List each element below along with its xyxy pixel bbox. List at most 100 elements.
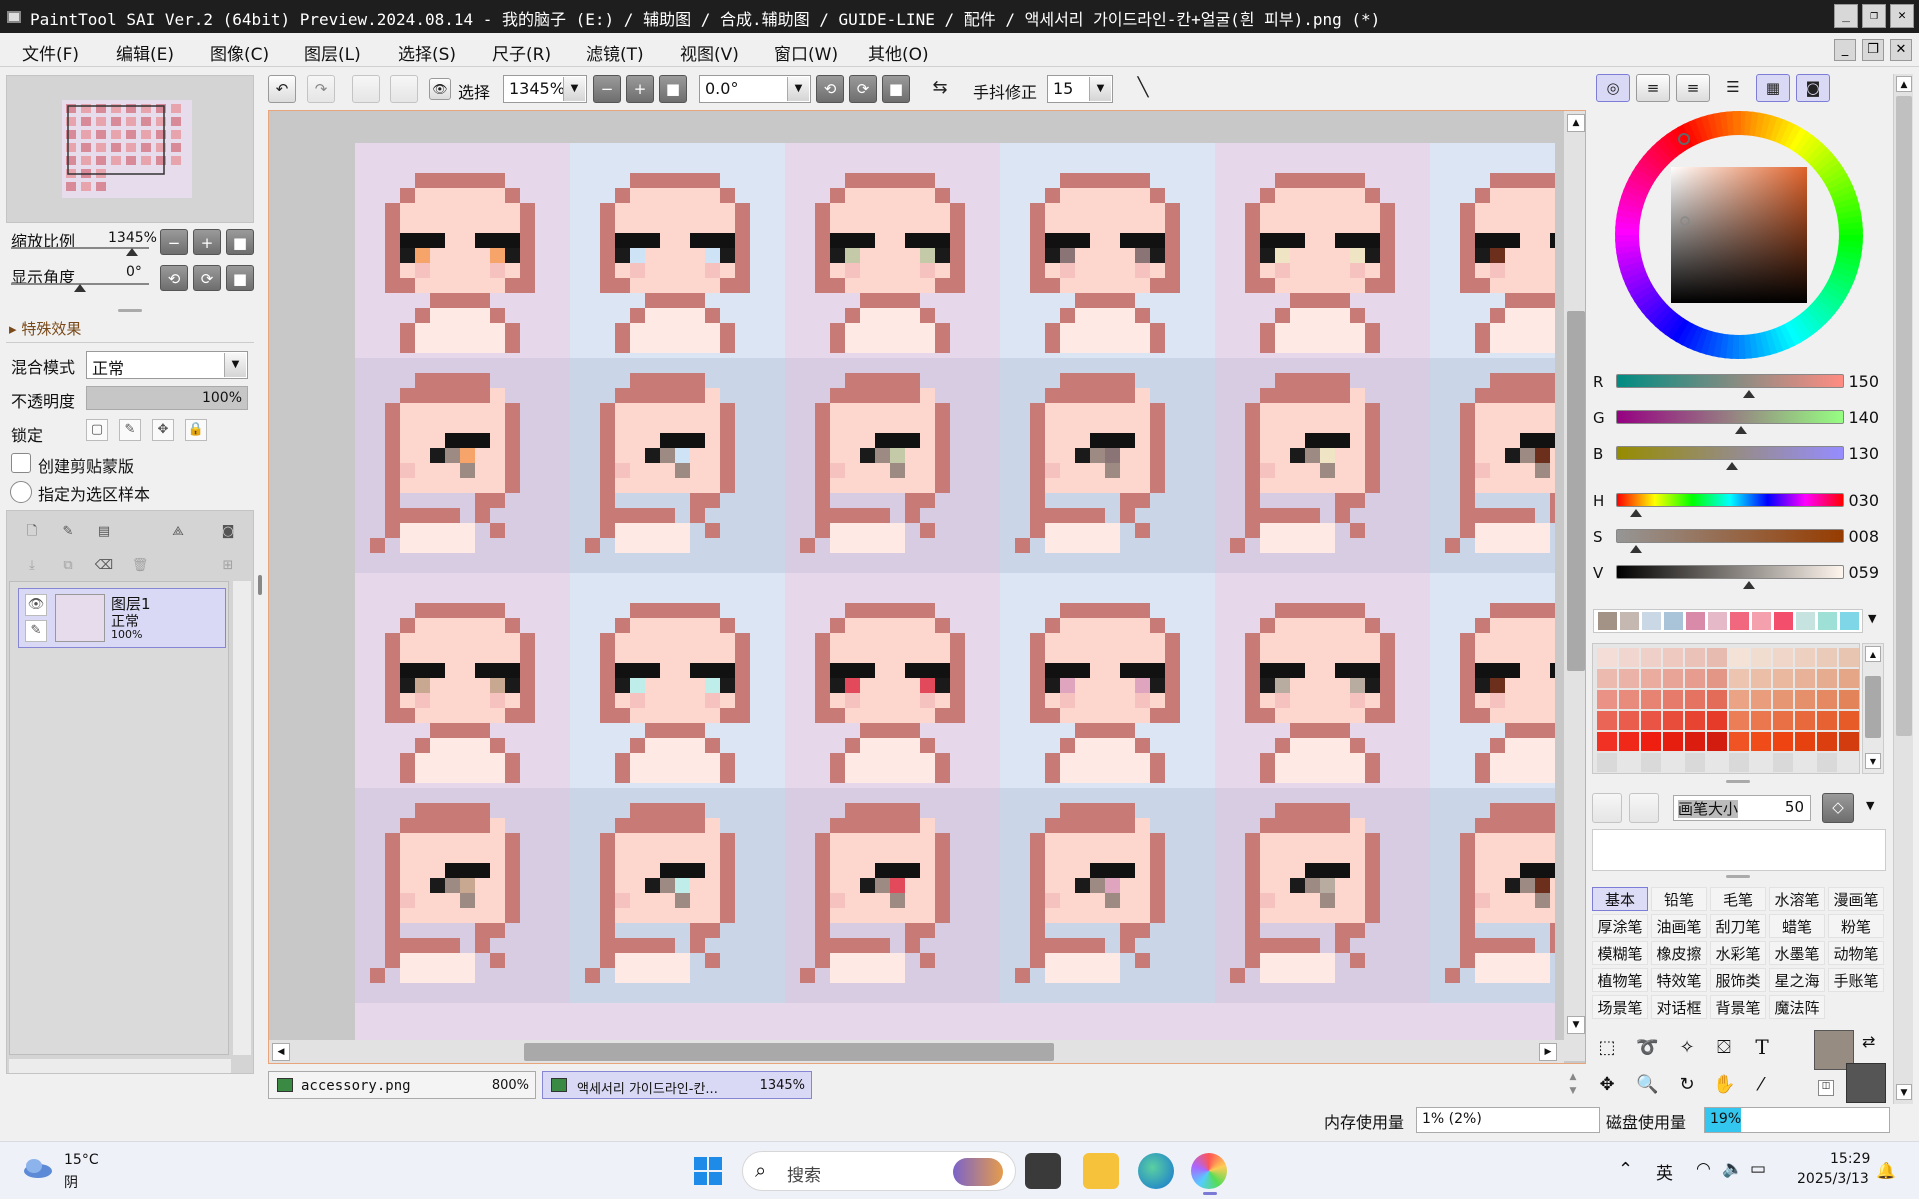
- lasso-icon[interactable]: ➰: [1636, 1037, 1658, 1059]
- palette-swatch[interactable]: [1663, 753, 1683, 772]
- palette-swatch[interactable]: [1641, 753, 1661, 772]
- zoom-out-button[interactable]: −: [593, 75, 621, 103]
- brush-group-impasto[interactable]: 厚涂笔: [1592, 914, 1648, 938]
- brush-group-scene[interactable]: 场景笔: [1592, 995, 1648, 1019]
- scratchpad-mode-icon[interactable]: ◙: [1796, 74, 1830, 102]
- v-value[interactable]: 059: [1839, 563, 1879, 582]
- new-folder-icon[interactable]: ▤: [93, 522, 115, 544]
- palette-swatch[interactable]: [1729, 711, 1749, 730]
- nav-zoom-out-button[interactable]: −: [160, 229, 188, 255]
- deselect-button[interactable]: [352, 75, 380, 103]
- palette-swatch[interactable]: [1597, 669, 1617, 688]
- swatch[interactable]: [1664, 612, 1683, 630]
- brush-group-oil[interactable]: 油画笔: [1651, 914, 1707, 938]
- brush-group-pencil[interactable]: 铅笔: [1651, 887, 1707, 911]
- palette-swatch[interactable]: [1795, 753, 1815, 772]
- taskbar-search[interactable]: ⌕ 搜索: [742, 1151, 1016, 1191]
- palette-mode-icon[interactable]: ▦: [1756, 74, 1790, 102]
- palette-swatch[interactable]: [1795, 690, 1815, 709]
- palette-swatch[interactable]: [1619, 648, 1639, 667]
- palette-swatch[interactable]: [1773, 690, 1793, 709]
- rgb-slider-mode-icon[interactable]: ≡: [1636, 74, 1670, 102]
- tab-scroll-down-icon[interactable]: ▼: [1564, 1086, 1582, 1098]
- palette-swatch[interactable]: [1619, 669, 1639, 688]
- navigator-thumbnail[interactable]: [62, 100, 192, 198]
- palette-swatch[interactable]: [1795, 648, 1815, 667]
- eye-icon[interactable]: 👁: [429, 78, 451, 100]
- scroll-right-icon[interactable]: ▶: [1539, 1043, 1557, 1061]
- menu-file[interactable]: 文件(F): [22, 40, 79, 65]
- scroll-down-icon[interactable]: ▼: [1896, 1084, 1912, 1100]
- doc-tab-guide[interactable]: 액세서리 가이드라인-칸... 1345%: [542, 1071, 812, 1099]
- selection-source-toggle[interactable]: [10, 481, 32, 503]
- panel-splitter[interactable]: [1726, 875, 1750, 878]
- nav-rotate-reset-button[interactable]: ■: [226, 265, 254, 291]
- palette-swatch[interactable]: [1773, 648, 1793, 667]
- palette-swatch[interactable]: [1685, 690, 1705, 709]
- chevron-down-icon[interactable]: ▼: [224, 353, 246, 377]
- angle-slider-handle[interactable]: [74, 284, 86, 292]
- windows-start-icon[interactable]: [694, 1157, 722, 1185]
- transform-icon[interactable]: ⊞: [217, 556, 239, 578]
- palette-swatch[interactable]: [1619, 711, 1639, 730]
- undo-button[interactable]: ↶: [268, 75, 296, 103]
- layer-list-scrollbar[interactable]: [233, 581, 251, 1055]
- brush-group-watercolor[interactable]: 水彩笔: [1710, 941, 1766, 965]
- lock-all-icon[interactable]: 🔒: [185, 419, 207, 441]
- cloud-icon[interactable]: [22, 1157, 54, 1179]
- brush-group-chalk[interactable]: 粉笔: [1828, 914, 1884, 938]
- zoom-in-button[interactable]: +: [626, 75, 654, 103]
- swatch[interactable]: [1774, 612, 1793, 630]
- swatch[interactable]: [1752, 612, 1771, 630]
- doc-tab-accessory[interactable]: accessory.png 800%: [268, 1071, 536, 1099]
- swatch[interactable]: [1818, 612, 1837, 630]
- new-layer-icon[interactable]: 🗋: [21, 522, 43, 544]
- chevron-down-icon[interactable]: ▼: [787, 77, 809, 101]
- s-value[interactable]: 008: [1839, 527, 1879, 546]
- h-slider-handle[interactable]: [1630, 509, 1642, 517]
- swatch[interactable]: [1708, 612, 1727, 630]
- nav-rotate-right-button[interactable]: ⟳: [193, 265, 221, 291]
- minimize-button[interactable]: _: [1834, 4, 1858, 28]
- palette-swatch[interactable]: [1817, 669, 1837, 688]
- brush-group-effects[interactable]: 特效笔: [1651, 968, 1707, 992]
- palette-swatch[interactable]: [1707, 732, 1727, 751]
- panel-splitter[interactable]: [118, 309, 142, 312]
- zoom-combo[interactable]: 1345% ▼: [503, 75, 587, 103]
- opacity-slider[interactable]: 100%: [86, 386, 248, 410]
- clip-mask-checkbox[interactable]: [11, 453, 31, 473]
- palette-swatch[interactable]: [1751, 711, 1771, 730]
- palette-swatch[interactable]: [1685, 753, 1705, 772]
- brush-group-crayon[interactable]: 蜡笔: [1769, 914, 1825, 938]
- palette-swatch[interactable]: [1663, 648, 1683, 667]
- palette-swatch[interactable]: [1751, 753, 1771, 772]
- flip-horizontal-icon[interactable]: ⇆: [926, 75, 954, 103]
- s-slider[interactable]: [1616, 529, 1844, 543]
- tab-scroll-up-icon[interactable]: ▲: [1564, 1072, 1582, 1084]
- brush-group-watercolor-pencil[interactable]: 水溶笔: [1769, 887, 1825, 911]
- doc-close-button[interactable]: ✕: [1890, 39, 1912, 61]
- palette-swatch[interactable]: [1839, 732, 1859, 751]
- nav-rotate-left-button[interactable]: ⟲: [160, 265, 188, 291]
- swatch[interactable]: [1840, 612, 1859, 630]
- b-slider-handle[interactable]: [1726, 462, 1738, 470]
- invert-selection-button[interactable]: [390, 75, 418, 103]
- redo-button[interactable]: ↷: [307, 75, 335, 103]
- b-value[interactable]: 130: [1839, 444, 1879, 463]
- palette-swatch[interactable]: [1685, 669, 1705, 688]
- lock-move-icon[interactable]: ✥: [152, 419, 174, 441]
- brush-group-plant[interactable]: 植物笔: [1592, 968, 1648, 992]
- nav-zoom-reset-button[interactable]: ■: [226, 229, 254, 255]
- chevron-down-icon[interactable]: ▼: [563, 77, 585, 101]
- palette-scrollbar[interactable]: ▲ ▼: [1862, 643, 1884, 774]
- brush-group-star-sea[interactable]: 星之海: [1769, 968, 1825, 992]
- restore-button[interactable]: ❐: [1862, 4, 1886, 28]
- angle-combo[interactable]: 0.0° ▼: [699, 75, 811, 103]
- right-panel-scroll-thumb[interactable]: [1896, 96, 1912, 736]
- menu-view[interactable]: 视图(V): [680, 40, 739, 65]
- menu-other[interactable]: 其他(O): [868, 40, 929, 65]
- swatch-history-menu-icon[interactable]: ▼: [1868, 612, 1876, 625]
- menu-image[interactable]: 图像(C): [210, 40, 269, 65]
- clock-date[interactable]: 2025/3/13: [1797, 1171, 1869, 1187]
- notification-bell-icon[interactable]: 🔔: [1876, 1161, 1896, 1180]
